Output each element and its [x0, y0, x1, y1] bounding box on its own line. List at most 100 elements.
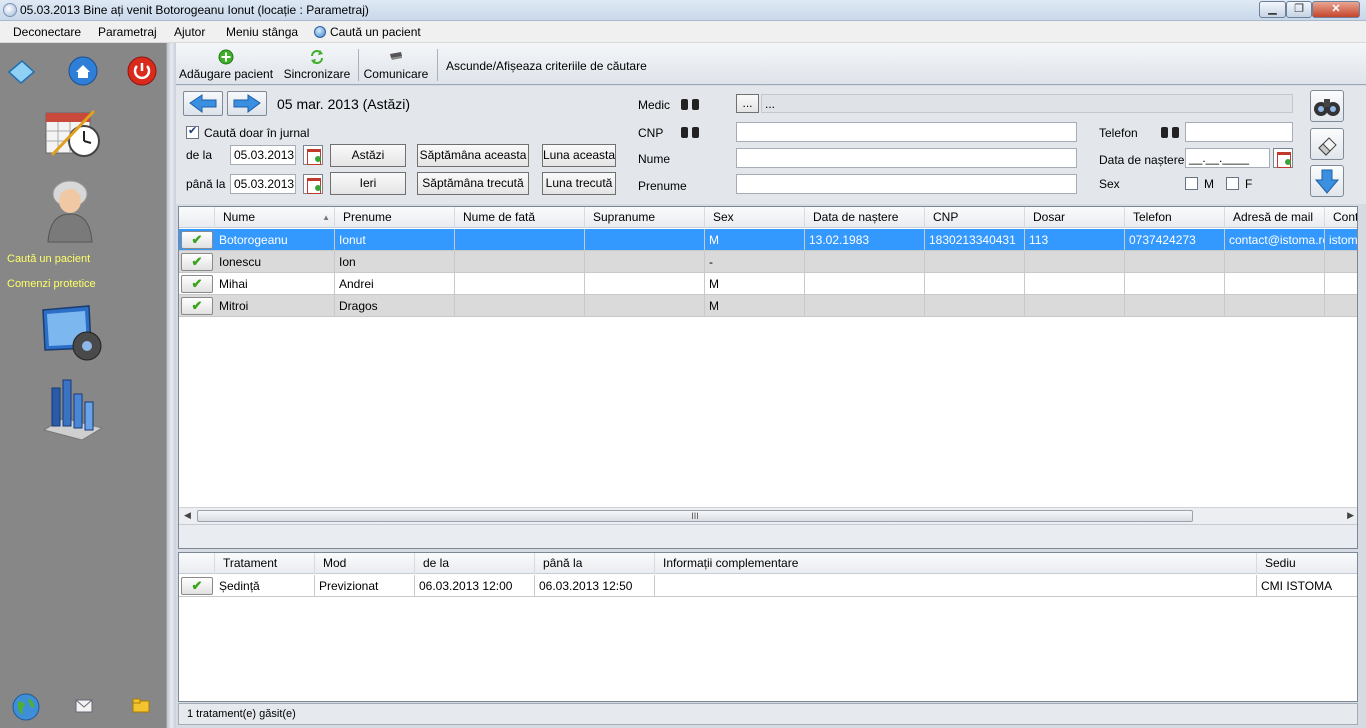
table-row[interactable]: ✔ Ionescu Ion - — [179, 251, 1357, 273]
select-row-button[interactable]: ✔ — [181, 253, 213, 271]
scrollbar-thumb[interactable]: III — [197, 510, 1193, 522]
minimize-button[interactable]: ▁ — [1259, 1, 1286, 18]
this-week-button[interactable]: Săptămâna aceasta — [417, 144, 529, 167]
table-row[interactable]: ✔ Mihai Andrei M — [179, 273, 1357, 295]
tablet-icon[interactable] — [6, 58, 36, 86]
globe-icon[interactable] — [11, 692, 41, 722]
sidebar-link-comenzi-protetice[interactable]: Comenzi protetice — [7, 278, 96, 290]
close-button[interactable]: ✕ — [1312, 1, 1360, 18]
horizontal-scrollbar[interactable]: ◀ III ▶ — [179, 507, 1357, 524]
sex-m-checkbox[interactable] — [1185, 177, 1198, 190]
power-icon[interactable] — [127, 56, 157, 86]
header-sediu[interactable]: Sediu — [1257, 553, 1357, 574]
header-pana-la[interactable]: până la — [535, 553, 655, 574]
header-cont[interactable]: Cont — [1325, 207, 1357, 228]
add-patient-button[interactable]: Adăugare pacient — [178, 43, 274, 85]
today-button[interactable]: Astăzi — [330, 144, 406, 167]
sidebar-link-cauta-pacient[interactable]: Caută un pacient — [7, 253, 90, 265]
menu-ajutor[interactable]: Ajutor — [174, 25, 205, 39]
to-date-field[interactable]: 05.03.2013 — [230, 174, 296, 194]
search-button[interactable] — [1310, 90, 1344, 122]
yesterday-button[interactable]: Ieri — [330, 172, 406, 195]
scroll-right-icon[interactable]: ▶ — [1347, 510, 1354, 521]
from-calendar-icon[interactable] — [303, 145, 323, 165]
nume-field[interactable] — [736, 148, 1077, 168]
medic-field: ... — [761, 94, 1293, 113]
dob-calendar-icon[interactable] — [1273, 148, 1293, 168]
next-day-button[interactable] — [227, 91, 267, 116]
select-row-button[interactable]: ✔ — [181, 577, 213, 595]
last-week-button[interactable]: Săptămâna trecută — [417, 172, 529, 195]
header-cnp[interactable]: CNP — [925, 207, 1025, 228]
telefon-label: Telefon — [1099, 126, 1138, 140]
table-row[interactable]: ✔ Ședință Previzionat 06.03.2013 12:00 0… — [179, 575, 1357, 597]
cell-supranume — [585, 295, 705, 317]
cell-sex: - — [705, 251, 805, 273]
settings-monitor-icon[interactable] — [41, 304, 105, 364]
header-mod[interactable]: Mod — [315, 553, 415, 574]
medic-binoculars-icon[interactable] — [681, 97, 699, 111]
journal-only-checkbox[interactable] — [186, 124, 199, 139]
statistics-chart-icon[interactable] — [42, 378, 104, 442]
select-row-button[interactable]: ✔ — [181, 275, 213, 293]
header-supranume[interactable]: Supranume — [585, 207, 705, 228]
header-de-la[interactable]: de la — [415, 553, 535, 574]
communicate-button[interactable]: Comunicare — [362, 43, 430, 85]
telefon-binoculars-icon[interactable] — [1161, 125, 1179, 139]
select-row-button[interactable]: ✔ — [181, 297, 213, 315]
previous-day-button[interactable] — [183, 91, 223, 116]
title-bar: 05.03.2013 Bine ați venit Botorogeanu Io… — [0, 0, 1366, 21]
header-adresa-mail[interactable]: Adresă de mail — [1225, 207, 1325, 228]
scroll-left-icon[interactable]: ◀ — [184, 510, 191, 521]
last-month-button[interactable]: Luna trecută — [542, 172, 616, 195]
from-date-field[interactable]: 05.03.2013 — [230, 145, 296, 165]
cnp-binoculars-icon[interactable] — [681, 125, 699, 139]
add-icon — [218, 49, 234, 65]
menu-meniu-stanga[interactable]: Meniu stânga — [226, 25, 298, 39]
header-tratament[interactable]: Tratament — [215, 553, 315, 574]
header-dosar[interactable]: Dosar — [1025, 207, 1125, 228]
clear-criteria-button[interactable] — [1310, 128, 1344, 160]
folder-icon[interactable] — [132, 697, 150, 713]
table-row[interactable]: ✔ Mitroi Dragos M — [179, 295, 1357, 317]
patient-icon[interactable] — [44, 176, 100, 244]
this-month-button[interactable]: Luna aceasta — [542, 144, 616, 167]
maximize-button[interactable]: ❐ — [1286, 1, 1312, 18]
cell-sex: M — [705, 273, 805, 295]
calendar-clock-icon[interactable] — [44, 107, 104, 159]
dob-field[interactable]: __.__.____ — [1185, 148, 1270, 168]
cell-cnp: 1830213340431 — [925, 229, 1025, 251]
header-nume-fata[interactable]: Nume de fată — [455, 207, 585, 228]
expand-down-button[interactable] — [1310, 165, 1344, 197]
cell-adresa-mail — [1225, 251, 1325, 273]
header-prenume[interactable]: Prenume — [335, 207, 455, 228]
select-row-button[interactable]: ✔ — [181, 231, 213, 249]
header-informatii[interactable]: Informații complementare — [655, 553, 1257, 574]
medic-select-button[interactable]: ... — [736, 94, 759, 113]
cell-cnp — [925, 295, 1025, 317]
header-sex[interactable]: Sex — [705, 207, 805, 228]
header-data-nastere[interactable]: Data de naștere — [805, 207, 925, 228]
header-nume[interactable]: Nume ▲ — [215, 207, 335, 228]
toggle-search-criteria-button[interactable]: Ascunde/Afișeaza criteriile de căutare — [446, 59, 647, 73]
sidebar-splitter[interactable] — [166, 43, 176, 728]
sex-f-checkbox[interactable] — [1226, 177, 1239, 190]
sex-m-label: M — [1204, 177, 1214, 191]
to-calendar-icon[interactable] — [303, 174, 323, 194]
header-telefon[interactable]: Telefon — [1125, 207, 1225, 228]
menu-parametraj[interactable]: Parametraj — [98, 25, 157, 39]
table-row[interactable]: ✔ Botorogeanu Ionut M 13.02.1983 1830213… — [179, 229, 1357, 251]
menu-deconectare[interactable]: Deconectare — [13, 25, 81, 39]
grid-footer — [179, 524, 1357, 548]
menu-cauta-pacient[interactable]: Caută un pacient — [314, 25, 421, 39]
sync-button[interactable]: Sincronizare — [280, 43, 354, 85]
cnp-field[interactable] — [736, 122, 1077, 142]
sex-label: Sex — [1099, 177, 1120, 191]
home-icon[interactable] — [68, 56, 98, 86]
medic-label: Medic — [638, 98, 671, 112]
telefon-field[interactable] — [1185, 122, 1293, 142]
mail-icon[interactable] — [75, 699, 93, 713]
cell-sex: M — [705, 295, 805, 317]
current-date-title: 05 mar. 2013 (Astăzi) — [277, 96, 411, 112]
prenume-field[interactable] — [736, 174, 1077, 194]
